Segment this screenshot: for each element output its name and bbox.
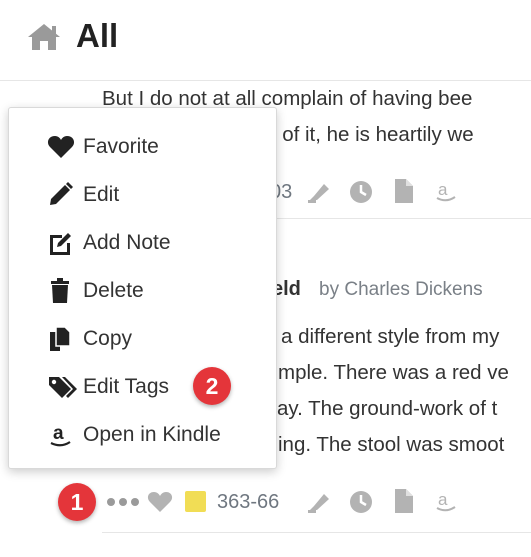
svg-text:a: a (438, 180, 448, 199)
tags-icon (49, 377, 77, 398)
highlight-text-line: ent of it, he is heartily we (248, 123, 474, 146)
divider (102, 532, 531, 533)
menu-item-label: Delete (83, 279, 144, 302)
clock-icon[interactable] (349, 180, 373, 204)
menu-item-edit[interactable]: Edit (9, 173, 276, 217)
highlight-text-line: ay. The ground-work of t (277, 397, 498, 420)
svg-text:a: a (438, 490, 448, 509)
menu-item-label: Add Note (83, 231, 171, 254)
page-title: All (76, 17, 119, 54)
menu-item-favorite[interactable]: Favorite (9, 125, 276, 169)
page-header: All (0, 0, 531, 81)
trash-icon (51, 278, 69, 303)
heart-icon (47, 136, 75, 158)
clock-icon[interactable] (349, 490, 373, 514)
menu-item-label: Favorite (83, 135, 159, 158)
menu-item-open-in-kindle[interactable]: a Open in Kindle (9, 413, 276, 457)
highlight-text-line: ing. The stool was smoot (278, 433, 505, 456)
svg-text:a: a (53, 423, 64, 444)
menu-item-label: Edit (83, 183, 120, 206)
copy-icon (50, 326, 71, 351)
menu-item-delete[interactable]: Delete (9, 269, 276, 313)
context-menu: Favorite Edit Add Note Delete Copy Edit … (8, 107, 277, 469)
menu-item-edit-tags[interactable]: Edit Tags (9, 365, 276, 409)
menu-item-label: Copy (83, 327, 133, 350)
pencil-icon (50, 182, 73, 205)
step-badge: 2 (193, 367, 231, 405)
document-icon[interactable] (393, 488, 415, 514)
highlight-text-line: a different style from my (281, 325, 500, 348)
highlight-color-swatch[interactable] (185, 491, 206, 512)
step-badge: 1 (58, 483, 96, 521)
edit-note-icon (50, 233, 71, 255)
location-link[interactable]: 363-66 (217, 491, 279, 514)
menu-item-label: Open in Kindle (83, 423, 221, 446)
more-options-icon[interactable] (106, 495, 140, 509)
amazon-icon[interactable]: a (434, 180, 458, 204)
amazon-icon: a (50, 423, 71, 447)
menu-item-copy[interactable]: Copy (9, 317, 276, 361)
book-author: by Charles Dickens (319, 279, 483, 300)
highlighter-icon[interactable] (306, 490, 332, 514)
menu-item-add-note[interactable]: Add Note (9, 221, 276, 265)
amazon-icon[interactable]: a (434, 490, 458, 514)
highlighter-icon[interactable] (306, 180, 332, 204)
menu-item-label: Edit Tags (83, 375, 169, 398)
home-icon[interactable] (26, 22, 62, 52)
document-icon[interactable] (393, 178, 415, 204)
heart-icon[interactable] (147, 490, 173, 514)
highlight-text-line: mple. There was a red ve (278, 361, 509, 384)
